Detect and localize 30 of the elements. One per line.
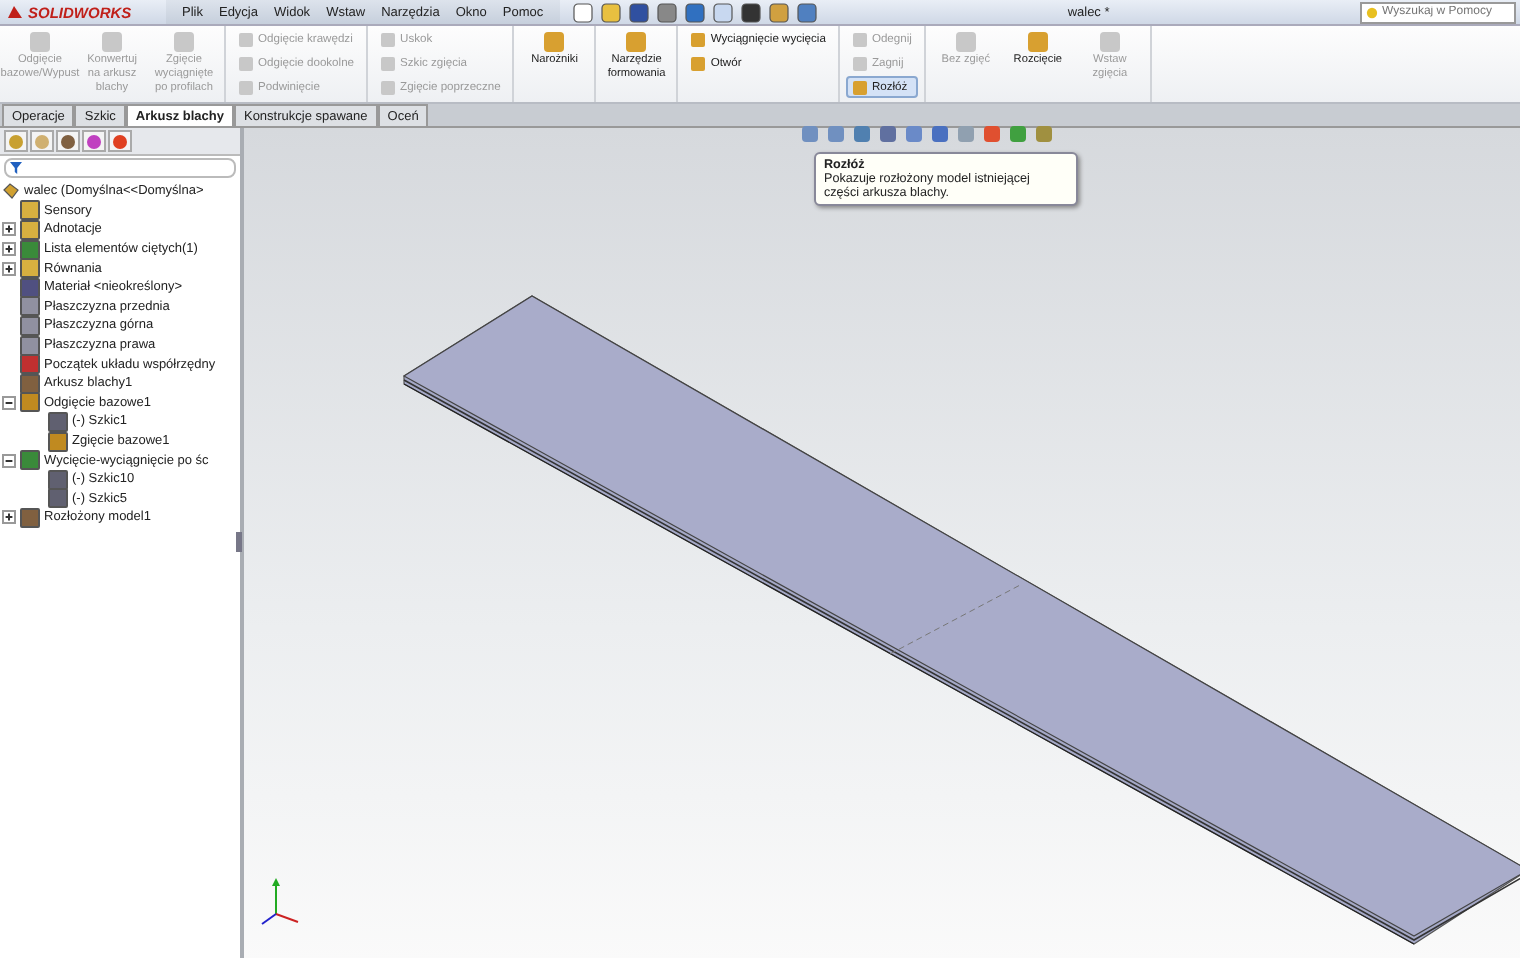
tool-icon: [1025, 30, 1050, 54]
expander-toggle[interactable]: [2, 395, 16, 410]
configuration-tab[interactable]: [56, 130, 80, 152]
dimxpert-tab[interactable]: [82, 130, 106, 152]
axis-triad-icon: [256, 878, 304, 930]
expander-toggle[interactable]: [2, 222, 16, 237]
expander-toggle[interactable]: [2, 261, 16, 276]
tool-icon: [100, 30, 124, 54]
circle-icon: [8, 133, 24, 149]
logo-icon: [6, 4, 24, 20]
circle-icon: [86, 133, 102, 149]
tool-icon: [28, 30, 52, 54]
circle-icon: [34, 133, 50, 149]
part-icon: [2, 182, 20, 201]
help-icon: [1366, 5, 1378, 19]
filter-field[interactable]: [4, 158, 236, 178]
tool-icon: [624, 30, 649, 54]
tool-icon: [953, 30, 978, 54]
circle-icon: [112, 133, 128, 149]
expander-toggle[interactable]: [2, 453, 16, 468]
circle-icon: [60, 133, 76, 149]
filter-icon: [10, 162, 22, 174]
tool-icon: [172, 30, 196, 54]
expander-toggle[interactable]: [2, 510, 16, 525]
appearance-tab[interactable]: [108, 130, 132, 152]
tool-icon: [542, 30, 567, 54]
expander-toggle[interactable]: [2, 242, 16, 257]
panel-collapse-handle[interactable]: [236, 532, 242, 552]
tool-icon: [1097, 30, 1122, 54]
feature-tree-tab[interactable]: [4, 130, 28, 152]
